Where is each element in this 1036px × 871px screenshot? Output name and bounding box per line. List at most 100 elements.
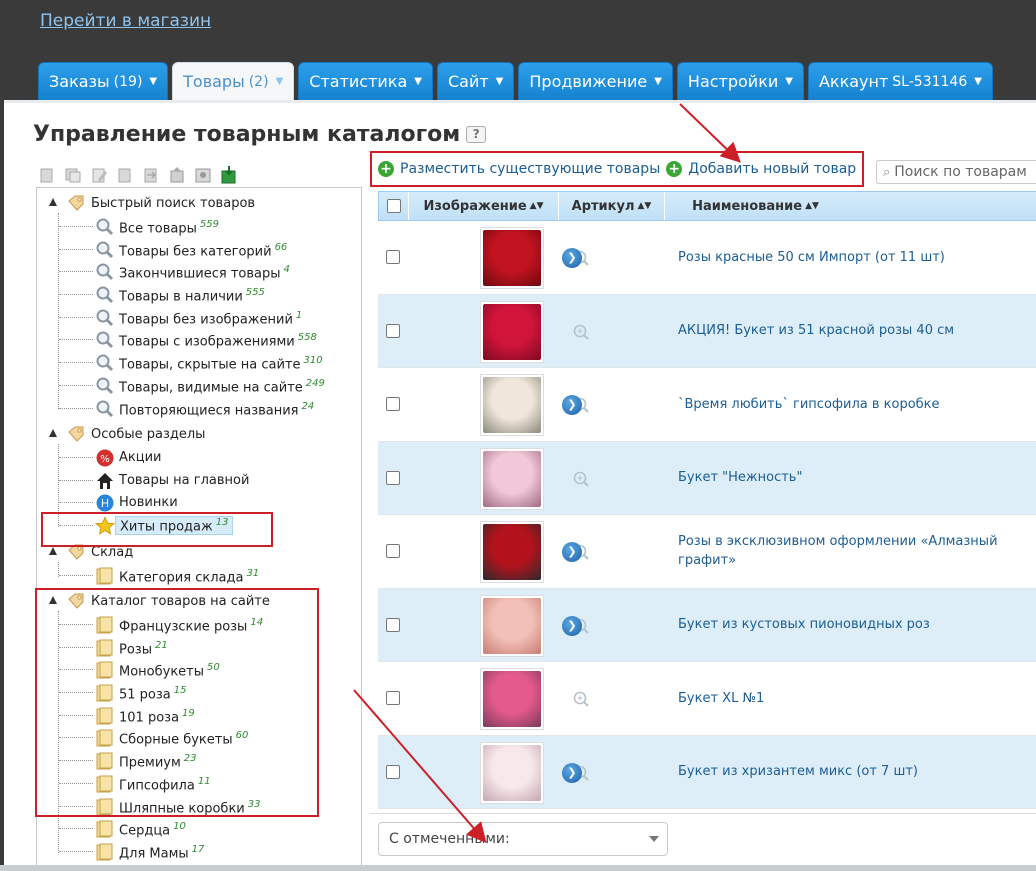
row-checkbox[interactable] — [386, 470, 400, 485]
top-bar: Перейти в магазин Заказы (19) ▼ Товары (2) ▼ С… — [0, 0, 1036, 100]
tree-item[interactable]: Товары без изображений 1 — [45, 306, 345, 329]
tree-item[interactable]: Товары без категорий 66 — [45, 238, 345, 261]
place-existing-button[interactable]: + Разместить существующие товары — [378, 161, 660, 177]
tree-item[interactable]: % Акции — [45, 446, 345, 469]
add-item-icon[interactable] — [38, 165, 56, 185]
tree-group-header[interactable]: Быстрый поиск товаров — [45, 193, 345, 215]
add-new-product-button[interactable]: + Добавить новый товар — [666, 161, 856, 177]
bulk-actions-bar: С отмеченными: — [370, 813, 1036, 865]
table-row[interactable]: Букет XL №1 — [378, 662, 1036, 736]
copy-icon[interactable] — [64, 165, 82, 185]
tree-item[interactable]: Товары, скрытые на сайте 310 — [45, 351, 345, 374]
tree-item[interactable]: H Новинки — [45, 491, 345, 514]
tree-item[interactable]: Товары на главной — [45, 469, 345, 492]
tab-1[interactable]: Заказы (19) ▼ — [38, 62, 169, 100]
search-icon — [95, 399, 115, 423]
row-checkbox[interactable] — [386, 397, 400, 412]
edit-icon[interactable] — [90, 165, 108, 185]
table-row[interactable]: АКЦИЯ! Букет из 51 красной розы 40 см — [378, 294, 1036, 368]
collapse-arrow-icon[interactable] — [49, 429, 57, 437]
product-thumbnail[interactable] — [480, 374, 544, 436]
go-arrow-icon[interactable]: ❯ — [562, 615, 582, 636]
table-row[interactable]: ❯ `Время любить` гипсофила в коробке — [378, 368, 1036, 442]
tag-icon — [68, 195, 84, 211]
tree-item[interactable]: Категория склада 31 — [45, 564, 345, 587]
product-thumbnail[interactable] — [480, 521, 544, 583]
product-thumbnail[interactable] — [480, 594, 544, 657]
catalog-actions: + Разместить существующие товары + Добавит… — [370, 151, 864, 187]
tab-7[interactable]: Аккаунт SL-531146 ▼ — [807, 62, 993, 100]
tree-item[interactable]: Товары с изображениями 558 — [45, 328, 345, 351]
item-count: 310 — [303, 355, 323, 367]
tab-4[interactable]: Сайт ▼ — [436, 62, 515, 100]
help-icon[interactable]: ? — [466, 126, 487, 143]
product-search-input[interactable]: ⌕ Поиск по товарам — [876, 160, 1036, 184]
product-name-link[interactable]: Букет "Нежность" — [664, 442, 1036, 515]
bulk-actions-select[interactable]: С отмеченными: — [378, 822, 668, 856]
plus-icon: + — [666, 161, 683, 177]
tree-item[interactable]: Для Мамы 17 — [45, 840, 345, 863]
table-row[interactable]: ❯ Букет из кустовых пионовидных роз — [378, 588, 1036, 662]
product-thumbnail[interactable] — [480, 227, 544, 289]
export-icon[interactable] — [168, 165, 186, 185]
collapse-arrow-icon[interactable] — [49, 547, 57, 555]
row-checkbox[interactable] — [386, 764, 400, 779]
select-all-checkbox[interactable] — [386, 199, 401, 213]
row-checkbox[interactable] — [386, 544, 400, 559]
tree-item[interactable]: Повторяющиеся названия 24 — [45, 397, 345, 420]
go-arrow-icon[interactable]: ❯ — [562, 762, 582, 783]
table-row[interactable]: ❯ Розы красные 50 см Импорт (от 11 шт) — [378, 221, 1036, 295]
column-name[interactable]: Наименование ▲▼ — [665, 192, 1036, 220]
product-name-link[interactable]: Розы красные 50 см Импорт (от 11 шт) — [664, 221, 1036, 294]
tree-item[interactable]: Товары, видимые на сайте 249 — [45, 374, 345, 397]
product-name-link[interactable]: `Время любить` гипсофила в коробке — [664, 368, 1036, 441]
product-thumbnail[interactable] — [480, 447, 544, 510]
table-row[interactable]: ❯ Розы в эксклюзивном оформлении «Алмазны… — [378, 515, 1036, 589]
product-name-link[interactable]: Розы в эксклюзивном оформлении «Алмазный… — [664, 515, 1036, 588]
chevron-down-icon: ▼ — [495, 76, 504, 87]
delete-icon[interactable] — [116, 165, 134, 185]
go-arrow-icon[interactable]: ❯ — [562, 248, 582, 268]
grid-header: Изображение ▲▼ Артикул ▲▼ Наименование ▲▼ — [378, 191, 1036, 221]
tree-item[interactable]: Все товары 559 — [45, 215, 345, 238]
column-sku[interactable]: Артикул ▲▼ — [559, 192, 665, 220]
product-thumbnail[interactable] — [480, 741, 544, 804]
item-count: 31 — [246, 568, 260, 579]
product-name-link[interactable]: Букет XL №1 — [664, 662, 1036, 735]
product-name-link[interactable]: Букет из хризантем микс (от 7 шт) — [664, 736, 1036, 809]
bottom-scrollbar[interactable] — [0, 865, 1036, 871]
go-arrow-icon[interactable]: ❯ — [562, 542, 582, 562]
annotation-box-catalog — [35, 588, 319, 817]
go-arrow-icon[interactable]: ❯ — [562, 395, 582, 415]
product-thumbnail[interactable] — [480, 668, 544, 730]
chevron-down-icon: ▼ — [654, 76, 662, 87]
chevron-down-icon: ▼ — [149, 76, 158, 87]
chevron-down-icon — [649, 836, 659, 842]
chevron-down-icon: ▼ — [275, 76, 284, 87]
import-icon[interactable] — [220, 165, 238, 185]
row-checkbox[interactable] — [386, 617, 400, 632]
collapse-arrow-icon[interactable] — [49, 198, 57, 206]
column-image[interactable]: Изображение ▲▼ — [409, 192, 559, 220]
product-thumbnail[interactable] — [480, 300, 544, 363]
row-checkbox[interactable] — [386, 323, 400, 338]
row-checkbox[interactable] — [386, 250, 400, 265]
tree-item[interactable]: Товары в наличии 555 — [45, 283, 345, 306]
tree-group-header[interactable]: Особые разделы — [45, 424, 345, 446]
item-count: 66 — [274, 241, 288, 253]
row-checkbox[interactable] — [386, 691, 400, 706]
tab-3[interactable]: Статистика ▼ — [298, 62, 433, 100]
product-name-link[interactable]: АКЦИЯ! Букет из 51 красной розы 40 см — [664, 295, 1036, 368]
table-row[interactable]: ❯ Букет из хризантем микс (от 7 шт) — [378, 735, 1036, 809]
tab-5[interactable]: Продвижение ▼ — [518, 62, 673, 100]
tab-2[interactable]: Товары (2) ▼ — [172, 62, 295, 100]
tree-item[interactable]: Сердца 10 — [45, 817, 345, 840]
tab-6[interactable]: Настройки ▼ — [676, 62, 804, 100]
move-icon[interactable] — [142, 165, 160, 185]
product-name-link[interactable]: Букет из кустовых пионовидных роз — [664, 589, 1036, 662]
go-to-store-link[interactable]: Перейти в магазин — [40, 11, 211, 31]
table-row[interactable]: Букет "Нежность" — [378, 441, 1036, 515]
item-count: 4 — [283, 264, 290, 276]
tree-item[interactable]: Закончившиеся товары 4 — [45, 260, 345, 283]
settings-icon[interactable] — [194, 165, 212, 185]
